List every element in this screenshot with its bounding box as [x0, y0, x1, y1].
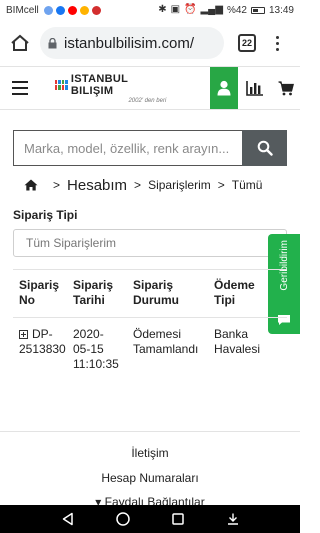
carrier-name: BIMcell	[6, 4, 39, 16]
table-header-row: Sipariş No Sipariş Tarihi Sipariş Durumu Öd…	[13, 270, 287, 318]
home-nav-button[interactable]	[114, 510, 132, 528]
search-input[interactable]	[13, 130, 242, 166]
home-circle-icon	[115, 512, 130, 526]
logo-mark-icon	[54, 79, 68, 90]
status-left: BIMcell	[6, 5, 101, 16]
expand-plus-icon[interactable]	[19, 330, 28, 339]
battery-icon	[250, 6, 265, 14]
app-notification-icon	[79, 5, 89, 15]
signal-icon: ▂▄▆	[200, 4, 223, 15]
column-header-order-no: Sipariş No	[19, 278, 60, 307]
home-icon[interactable]	[24, 179, 38, 191]
order-date-cell: 2020- 05-15 11:10:35	[73, 327, 119, 371]
nfc-icon: ▣	[170, 4, 181, 15]
status-bar: BIMcell ✱ ▣ ⏰ ▂▄▆ %42 13:49	[0, 0, 300, 20]
pull-down-icon	[227, 513, 238, 525]
order-type-label: Sipariş Tipi	[13, 208, 78, 222]
home-button[interactable]	[6, 29, 34, 57]
compare-button[interactable]	[241, 67, 269, 109]
orders-table: Sipariş No Sipariş Tarihi Sipariş Durumu Öd…	[13, 269, 287, 386]
system-nav-bar	[0, 505, 300, 533]
status-right: ✱ ▣ ⏰ ▂▄▆ %42 13:49	[158, 5, 294, 16]
facebook-icon	[55, 5, 65, 15]
column-header-order-date: Sipariş Tarihi	[73, 278, 114, 307]
breadcrumb-separator: >	[217, 178, 225, 192]
hamburger-menu-button[interactable]	[0, 67, 41, 109]
payment-type-cell: Banka Havalesi	[214, 327, 261, 356]
site-footer: İletişim Hesap Numaraları ▾ Faydalı Bağl…	[0, 431, 300, 509]
app-notification-icon	[43, 5, 53, 15]
clock: 13:49	[268, 4, 294, 16]
home-icon	[11, 34, 29, 51]
logo-tagline: 2002' den beri	[128, 97, 167, 104]
footer-link-contact[interactable]: İletişim	[0, 446, 300, 460]
youtube-icon	[67, 5, 77, 15]
order-type-value: Tüm Siparişlerim	[26, 236, 117, 250]
address-bar[interactable]: istanbulbilisim.com/	[40, 27, 224, 59]
breadcrumb-item-all: Tümü	[231, 178, 263, 192]
app-notification-icon	[91, 5, 101, 15]
site-logo[interactable]: ISTANBUL BILIŞIM 2002' den beri	[54, 72, 167, 104]
breadcrumb-item-orders[interactable]: Siparişlerim	[148, 178, 211, 192]
breadcrumb-separator: >	[134, 178, 142, 192]
search-icon	[257, 140, 273, 156]
column-header-order-status: Sipariş Durumu	[133, 278, 179, 307]
recents-button[interactable]	[169, 510, 187, 528]
order-type-select[interactable]: Tüm Siparişlerim	[13, 229, 287, 257]
notifications-pull-button[interactable]	[224, 510, 242, 528]
browser-menu-button[interactable]	[272, 31, 282, 55]
breadcrumb: > Hesabım > Siparişlerim > Tümü	[24, 175, 262, 195]
browser-toolbar: istanbulbilisim.com/ 22	[0, 20, 300, 66]
back-button[interactable]	[59, 510, 77, 528]
search-button[interactable]	[242, 130, 287, 166]
breadcrumb-item-account[interactable]: Hesabım	[67, 177, 127, 194]
site-header: ISTANBUL BILIŞIM 2002' den beri	[0, 66, 300, 110]
breadcrumb-separator: >	[53, 178, 61, 192]
battery-percent: %42	[226, 4, 247, 16]
cart-button[interactable]	[272, 67, 300, 109]
alarm-icon: ⏰	[184, 4, 197, 15]
url-text: istanbulbilisim.com/	[64, 34, 195, 52]
recents-square-icon	[171, 513, 184, 525]
bar-chart-icon	[246, 81, 264, 96]
user-icon	[217, 80, 231, 96]
cart-icon	[278, 80, 295, 95]
bluetooth-icon: ✱	[158, 4, 167, 15]
logo-text: ISTANBUL BILIŞIM	[70, 72, 128, 97]
tab-switcher-button[interactable]: 22	[238, 34, 256, 52]
table-row[interactable]: DP- 2513830 2020- 05-15 11:10:35 Ödemesi Tam…	[13, 318, 287, 386]
column-header-payment-type: Ödeme Tipi	[214, 278, 255, 307]
order-status-cell: Ödemesi Tamamlandı	[133, 327, 199, 356]
order-no-cell: DP- 2513830	[19, 327, 66, 356]
lock-icon	[48, 37, 57, 48]
account-button[interactable]	[210, 67, 239, 109]
back-triangle-icon	[62, 512, 73, 526]
footer-link-bank-accounts[interactable]: Hesap Numaraları	[0, 471, 300, 485]
product-search	[13, 130, 287, 166]
